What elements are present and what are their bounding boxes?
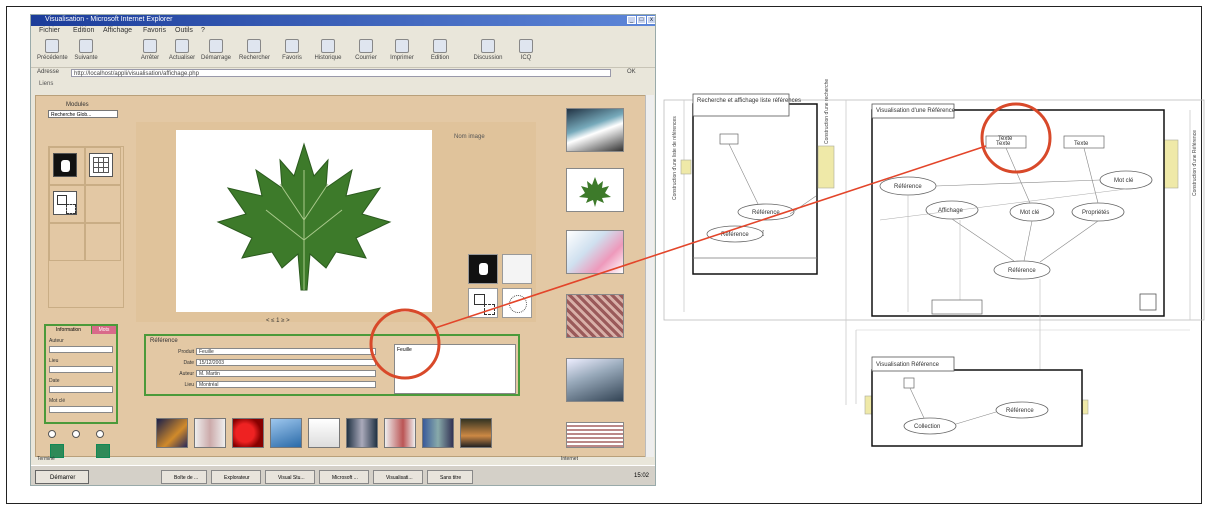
architecture-diagram: Recherche et affichage liste références … xyxy=(369,79,1205,447)
small-visualisation-box xyxy=(871,369,1083,447)
visualisation-title: Visualisation d'une Référence xyxy=(876,108,956,114)
svg-text:Propriétés: Propriétés xyxy=(1082,210,1109,216)
svg-text:Référence: Référence xyxy=(1006,408,1034,414)
small-visualisation-title: Visualisation Référence xyxy=(876,362,940,368)
visu-rect-2-label: Texte xyxy=(1074,141,1089,147)
connector-left xyxy=(680,159,692,175)
svg-text:Collection: Collection xyxy=(914,424,940,430)
highlight-label: Texte xyxy=(998,136,1013,142)
visu-small-square xyxy=(1139,293,1157,311)
svg-text:Référence: Référence xyxy=(1008,268,1036,274)
search-list-box xyxy=(692,103,818,275)
search-list-title: Recherche et affichage liste références xyxy=(697,98,801,104)
vertical-label-left: Construction d'une liste de références xyxy=(672,116,678,200)
svg-text:Mot clé: Mot clé xyxy=(1114,178,1134,184)
svg-text:⁞: ⁞ xyxy=(762,229,764,238)
vertical-label-right: Construction d'une Référence xyxy=(1192,130,1198,196)
svg-text:Mot clé: Mot clé xyxy=(1020,210,1040,216)
highlight-circle-left xyxy=(369,308,441,380)
svg-text:Référence: Référence xyxy=(894,184,922,190)
connector-mid xyxy=(817,145,835,189)
vertical-label-mid: Construction d'une recherche xyxy=(824,79,830,144)
